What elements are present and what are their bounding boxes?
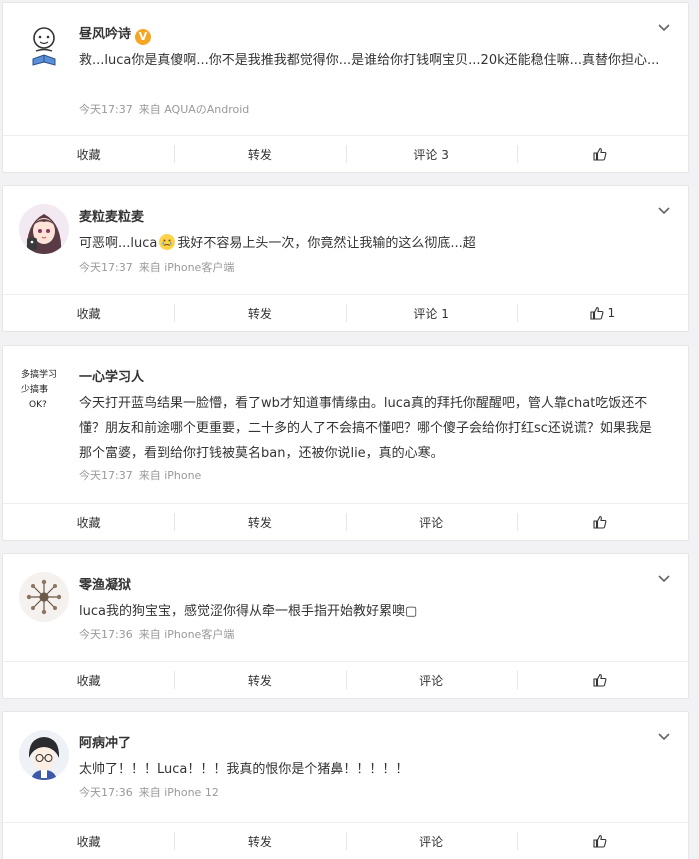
username[interactable]: 零渔凝狱 — [79, 574, 131, 593]
post-meta: 今天17:37 来自 iPhone客户端 — [79, 259, 234, 275]
comment-button[interactable]: 评论 — [345, 823, 517, 859]
avatar-text-line: 多搞学习 — [21, 368, 57, 380]
post-card: 昼风吟诗 V 救...luca你是真傻啊...你不是我推我都觉得你...是谁给你打… — [2, 2, 689, 173]
repost-button[interactable]: 转发 — [174, 662, 345, 698]
post-time: 今天17:36 — [79, 628, 133, 641]
chevron-down-icon[interactable] — [656, 728, 672, 744]
chevron-down-icon[interactable] — [656, 570, 672, 586]
username-text[interactable]: 一心学习人 — [79, 370, 144, 385]
like-button[interactable]: 1 — [516, 295, 688, 331]
comment-label: 评论 3 — [413, 147, 449, 162]
post-content: 今天打开蓝鸟结果一脸懵，看了wb才知道事情缘由。luca真的拜托你醒醒吧，管人靠… — [79, 396, 652, 461]
comment-button[interactable]: 评论 1 — [345, 295, 517, 331]
anime-boy-glasses-avatar[interactable] — [19, 730, 69, 780]
post-content: 可恶啊...luca 我好不容易上头一次，你竟然让我输的这么彻底...超 — [79, 231, 663, 256]
comment-feed: 昼风吟诗 V 救...luca你是真傻啊...你不是我推我都觉得你...是谁给你打… — [0, 0, 699, 859]
post-source: 来自 iPhone客户端 — [138, 628, 235, 641]
collect-label: 收藏 — [76, 147, 101, 162]
collect-label: 收藏 — [76, 834, 101, 849]
username-text[interactable]: 零渔凝狱 — [79, 578, 131, 593]
username-text[interactable]: 昼风吟诗 — [79, 27, 131, 42]
crying-face-emoji-icon — [159, 234, 176, 250]
collect-button[interactable]: 收藏 — [3, 504, 174, 540]
thumbs-up-icon — [593, 834, 607, 848]
repost-button[interactable]: 转发 — [174, 295, 345, 331]
collect-label: 收藏 — [76, 306, 101, 321]
content-text: 我好不容易上头一次，你竟然让我输的这么彻底...超 — [177, 236, 476, 251]
comment-label: 评论 — [419, 515, 444, 530]
repost-button[interactable]: 转发 — [174, 504, 345, 540]
repost-label: 转发 — [247, 834, 272, 849]
handwritten-text-avatar[interactable]: 多搞学习 少搞事 OK? — [19, 364, 69, 414]
comment-button[interactable]: 评论 3 — [345, 136, 517, 172]
collect-label: 收藏 — [76, 673, 101, 688]
post-source: 来自 iPhone 12 — [138, 786, 219, 799]
repost-button[interactable]: 转发 — [174, 823, 345, 859]
thumbs-up-icon — [593, 147, 607, 161]
collect-label: 收藏 — [76, 515, 101, 530]
collect-button[interactable]: 收藏 — [3, 295, 174, 331]
avatar-text-line: OK? — [29, 400, 47, 410]
verified-badge-icon: V — [135, 29, 152, 45]
post-card: 零渔凝狱 luca我的狗宝宝，感觉涩你得从牵一根手指开始教好累噢▢ 今天17:3… — [2, 553, 689, 699]
post-card: 多搞学习 少搞事 OK? 一心学习人 今天打开蓝鸟结果一脸懵，看了wb才知道事情… — [2, 345, 689, 541]
action-bar: 收藏 转发 评论 — [3, 503, 688, 540]
post-time: 今天17:37 — [79, 261, 133, 274]
mandala-pattern-avatar[interactable] — [19, 572, 69, 622]
chevron-down-icon[interactable] — [656, 202, 672, 218]
collect-button[interactable]: 收藏 — [3, 662, 174, 698]
like-count: 1 — [607, 306, 616, 320]
repost-label: 转发 — [247, 306, 272, 321]
avatar-text-line: 少搞事 — [21, 383, 48, 395]
action-bar: 收藏 转发 评论 3 — [3, 135, 688, 172]
comment-label: 评论 — [419, 834, 444, 849]
like-button[interactable] — [516, 136, 688, 172]
content-text: 可恶啊...luca — [79, 236, 158, 251]
post-time: 今天17:36 — [79, 786, 133, 799]
username[interactable]: 昼风吟诗 V — [79, 23, 152, 45]
action-bar: 收藏 转发 评论 — [3, 822, 688, 859]
username[interactable]: 阿病冲了 — [79, 732, 131, 751]
post-content: luca我的狗宝宝，感觉涩你得从牵一根手指开始教好累噢▢ — [79, 604, 418, 619]
comment-label: 评论 1 — [413, 306, 449, 321]
post-meta: 今天17:36 来自 iPhone客户端 — [79, 626, 234, 642]
cartoon-reading-person-avatar[interactable] — [19, 21, 69, 71]
anime-girl-avatar[interactable] — [19, 204, 69, 254]
comment-button[interactable]: 评论 — [345, 662, 517, 698]
post-source: 来自 AQUAのAndroid — [138, 103, 250, 116]
action-bar: 收藏 转发 评论 1 1 — [3, 294, 688, 331]
action-bar: 收藏 转发 评论 — [3, 661, 688, 698]
post-source: 来自 iPhone — [138, 469, 202, 482]
username-text[interactable]: 阿病冲了 — [79, 736, 131, 751]
repost-button[interactable]: 转发 — [174, 136, 345, 172]
post-content: 太帅了！！！Luca！！！我真的恨你是个猪鼻！！！！！ — [79, 762, 409, 777]
post-time: 今天17:37 — [79, 469, 133, 482]
post-time: 今天17:37 — [79, 103, 133, 116]
post-source: 来自 iPhone客户端 — [138, 261, 235, 274]
username[interactable]: 麦粒麦粒麦 — [79, 206, 144, 225]
post-meta: 今天17:36 来自 iPhone 12 — [79, 784, 219, 800]
comment-button[interactable]: 评论 — [345, 504, 517, 540]
collect-button[interactable]: 收藏 — [3, 136, 174, 172]
like-button[interactable] — [516, 823, 688, 859]
thumbs-up-icon — [593, 673, 607, 687]
thumbs-up-icon — [593, 515, 607, 529]
post-meta: 今天17:37 来自 AQUAのAndroid — [79, 101, 249, 117]
post-content: 救...luca你是真傻啊...你不是我推我都觉得你...是谁给你打钱啊宝贝..… — [79, 53, 660, 68]
comment-label: 评论 — [419, 673, 444, 688]
username[interactable]: 一心学习人 — [79, 366, 144, 385]
post-meta: 今天17:37 来自 iPhone — [79, 467, 201, 483]
repost-label: 转发 — [247, 673, 272, 688]
post-card: 麦粒麦粒麦 可恶啊...luca 我好不容易上头一次，你竟然让我输的这么彻底...… — [2, 185, 689, 332]
like-button[interactable] — [516, 662, 688, 698]
repost-label: 转发 — [247, 147, 272, 162]
like-button[interactable] — [516, 504, 688, 540]
repost-label: 转发 — [247, 515, 272, 530]
chevron-down-icon[interactable] — [656, 19, 672, 35]
post-card: 阿病冲了 太帅了！！！Luca！！！我真的恨你是个猪鼻！！！！！ 今天17:36… — [2, 711, 689, 859]
username-text[interactable]: 麦粒麦粒麦 — [79, 210, 144, 225]
collect-button[interactable]: 收藏 — [3, 823, 174, 859]
thumbs-up-icon — [589, 306, 603, 320]
